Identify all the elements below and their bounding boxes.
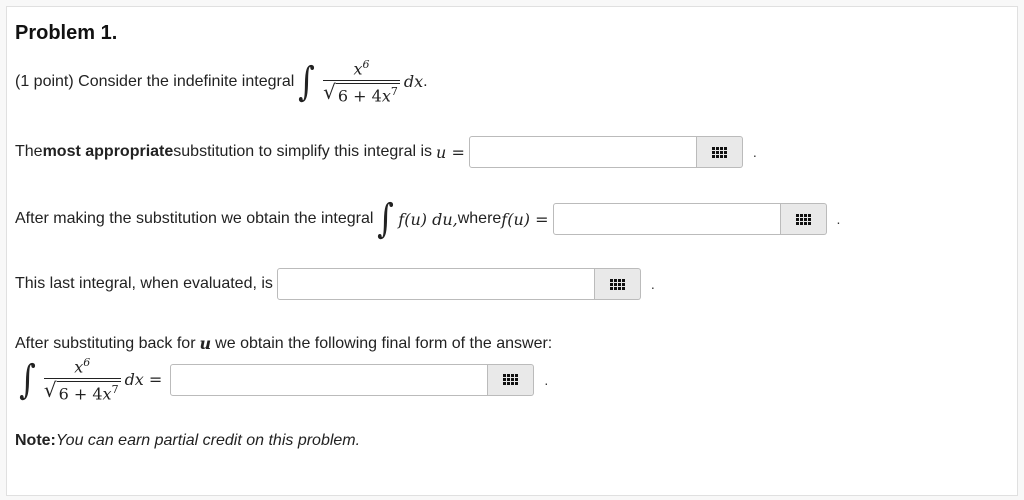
intro-text: (1 point) Consider the indefinite integr… [15,72,295,90]
final-answer-line: ∫ x6 √ 6 + 4x7 dx = . [19,356,549,404]
grid-palette-icon [609,278,625,290]
answer-1-input[interactable] [468,136,697,168]
question-3: This last integral, when evaluated, is . [15,268,655,300]
question-4: After substituting back for u we obtain … [15,334,553,353]
answer-3 [276,268,641,300]
answer-4 [170,363,535,396]
problem-title: Problem 1. [15,22,118,44]
answer-3-palette-button[interactable] [594,268,641,300]
question-2: After making the substitution we obtain … [15,196,841,242]
answer-2-input[interactable] [552,203,781,235]
answer-2 [552,203,827,235]
integrand-fraction: x6 √ 6 + 4x7 [323,58,400,106]
grid-palette-icon [711,146,727,158]
answer-1 [468,136,743,168]
integral-sign: ∫ [298,58,316,105]
final-integrand-fraction: x6 √ 6 + 4x7 [43,356,121,404]
integral-sign: ∫ [377,196,395,242]
dx-label: dx [403,72,424,92]
answer-3-input[interactable] [276,268,595,300]
question-1: The most appropriate substitution to sim… [15,136,757,168]
answer-4-palette-button[interactable] [488,363,535,396]
answer-1-palette-button[interactable] [696,136,743,168]
intro-line: (1 point) Consider the indefinite integr… [15,58,428,106]
integral-sign: ∫ [19,356,36,403]
note-line: Note: You can earn partial credit on thi… [15,432,361,449]
grid-palette-icon [795,213,811,225]
answer-4-input[interactable] [170,363,489,396]
answer-2-palette-button[interactable] [780,203,827,235]
grid-palette-icon [503,374,519,386]
